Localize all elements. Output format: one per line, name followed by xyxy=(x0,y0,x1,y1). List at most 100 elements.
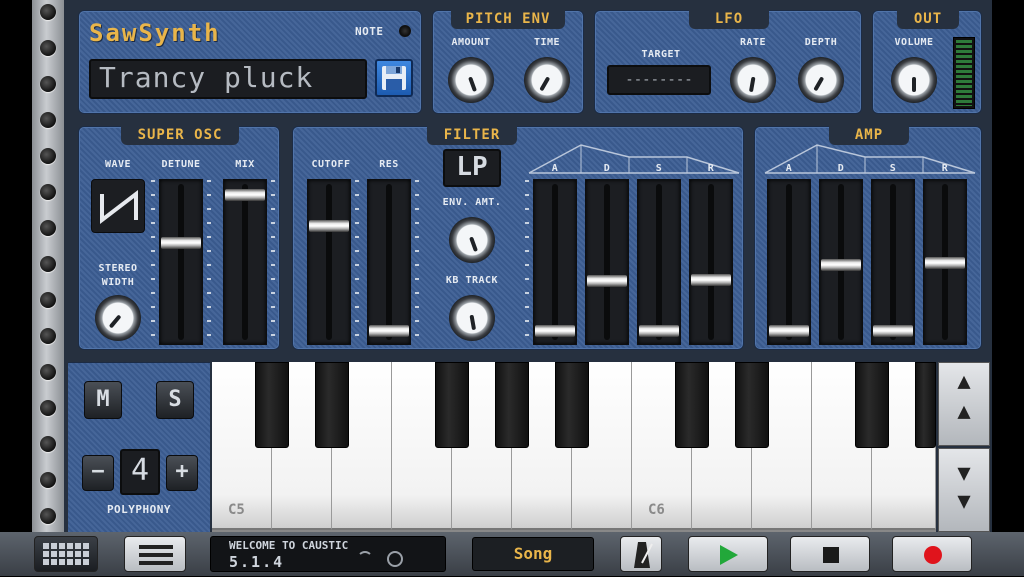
black-key[interactable] xyxy=(855,362,889,448)
res-slider-handle[interactable] xyxy=(369,324,409,337)
amp-panel: AMP A D S R xyxy=(754,125,982,350)
lfo-depth-knob[interactable] xyxy=(798,57,844,103)
octave-down-button[interactable]: ▼ ▼ xyxy=(938,448,990,532)
filter-mode-button[interactable]: LP xyxy=(443,149,501,187)
filter-attack-slider[interactable] xyxy=(525,179,577,345)
octave-up-icon: ▲ xyxy=(957,399,971,424)
res-slider[interactable] xyxy=(367,179,419,345)
octave-up-button[interactable]: ▲ ▲ xyxy=(938,362,990,446)
wave-select-button[interactable] xyxy=(91,179,145,233)
amp-sustain-slider[interactable] xyxy=(871,179,915,345)
pitch-time-knob[interactable] xyxy=(524,57,570,103)
amp-decay-slider[interactable] xyxy=(819,179,863,345)
amp-attack-label: A xyxy=(785,163,793,174)
pitch-env-title: PITCH ENV xyxy=(451,9,565,29)
black-key[interactable] xyxy=(255,362,289,448)
stop-button[interactable] xyxy=(790,536,870,572)
filter-release-handle[interactable] xyxy=(691,273,731,286)
wave-label: WAVE xyxy=(104,159,132,170)
rack-hole xyxy=(40,184,56,200)
status-line-2: 5.1.4 xyxy=(229,553,285,571)
black-key[interactable] xyxy=(435,362,469,448)
song-mode-button[interactable]: Song xyxy=(472,537,594,571)
amp-attack-handle[interactable] xyxy=(769,324,809,337)
rack-hole xyxy=(40,40,56,56)
filter-sustain-handle[interactable] xyxy=(639,324,679,337)
filter-title: FILTER xyxy=(427,125,517,145)
super-osc-title: SUPER OSC xyxy=(121,125,239,145)
rack-hole xyxy=(40,292,56,308)
volume-label: VOLUME xyxy=(894,37,934,48)
filter-decay-label: D xyxy=(603,163,611,174)
mute-button[interactable]: M xyxy=(84,381,122,419)
lfo-title: LFO xyxy=(689,9,769,29)
lfo-panel: LFO TARGET -------- RATE DEPTH xyxy=(594,9,862,114)
amp-release-handle[interactable] xyxy=(925,257,965,270)
filter-sustain-slider[interactable] xyxy=(637,179,681,345)
black-key[interactable] xyxy=(915,362,936,448)
status-line-1: WELCOME TO CAUSTIC xyxy=(229,539,349,552)
width-label: WIDTH xyxy=(101,277,135,288)
polyphony-decrease-button[interactable]: − xyxy=(82,455,114,491)
black-key[interactable] xyxy=(555,362,589,448)
out-title: OUT xyxy=(897,9,959,29)
filter-release-slider[interactable] xyxy=(689,179,733,345)
depth-label: DEPTH xyxy=(804,37,838,48)
cutoff-slider[interactable] xyxy=(307,179,359,345)
polyphony-increase-button[interactable]: + xyxy=(166,455,198,491)
amp-release-slider[interactable] xyxy=(923,179,967,345)
synth-app: SawSynth NOTE Trancy pluck PITCH ENV AMO… xyxy=(32,0,992,576)
rack-hole xyxy=(40,436,56,452)
metronome-button[interactable] xyxy=(620,536,662,572)
detune-slider[interactable] xyxy=(151,179,211,345)
rack-hole xyxy=(40,364,56,380)
record-button[interactable] xyxy=(892,536,972,572)
volume-knob[interactable] xyxy=(891,57,937,103)
rack-view-button[interactable] xyxy=(34,536,98,572)
black-key[interactable] xyxy=(735,362,769,448)
menu-button[interactable] xyxy=(124,536,186,572)
detune-slider-handle[interactable] xyxy=(161,237,201,250)
filter-kb-track-knob[interactable] xyxy=(449,295,495,341)
play-button[interactable] xyxy=(688,536,768,572)
octave-up-icon: ▲ xyxy=(957,369,971,394)
rack-hole xyxy=(40,76,56,92)
save-preset-button[interactable] xyxy=(375,59,413,97)
key-label-c6: C6 xyxy=(648,502,665,518)
octave-down-icon: ▼ xyxy=(957,461,971,486)
filter-decay-handle[interactable] xyxy=(587,274,627,287)
preset-name-display[interactable]: Trancy pluck xyxy=(89,59,367,99)
cutoff-slider-handle[interactable] xyxy=(309,219,349,232)
stop-icon xyxy=(823,547,839,563)
stereo-width-knob[interactable] xyxy=(95,295,141,341)
mix-slider-handle[interactable] xyxy=(225,188,265,201)
amp-sustain-handle[interactable] xyxy=(873,324,913,337)
out-panel: OUT VOLUME xyxy=(872,9,982,114)
piano-keyboard[interactable]: C5 C6 xyxy=(212,362,936,532)
filter-sustain-label: S xyxy=(655,163,663,174)
solo-button[interactable]: S xyxy=(156,381,194,419)
mix-slider[interactable] xyxy=(223,179,275,345)
note-label: NOTE xyxy=(355,25,384,38)
amp-attack-slider[interactable] xyxy=(767,179,811,345)
metronome-icon xyxy=(634,542,653,568)
polyphony-label: POLYPHONY xyxy=(106,503,172,516)
stereo-label: STEREO xyxy=(98,263,138,274)
lfo-rate-knob[interactable] xyxy=(730,57,776,103)
filter-env-amount-knob[interactable] xyxy=(449,217,495,263)
black-key[interactable] xyxy=(675,362,709,448)
floppy-disk-icon xyxy=(382,66,406,90)
black-key[interactable] xyxy=(315,362,349,448)
octave-down-icon: ▼ xyxy=(957,489,971,514)
pitch-amount-knob[interactable] xyxy=(448,57,494,103)
filter-decay-slider[interactable] xyxy=(585,179,629,345)
black-key[interactable] xyxy=(495,362,529,448)
record-icon xyxy=(924,546,942,564)
rack-hole xyxy=(40,4,56,20)
lfo-target-label: TARGET xyxy=(641,49,681,60)
rack-hole xyxy=(40,328,56,344)
lfo-target-display[interactable]: -------- xyxy=(607,65,711,95)
filter-attack-handle[interactable] xyxy=(535,324,575,337)
amp-decay-handle[interactable] xyxy=(821,258,861,271)
mix-label: MIX xyxy=(235,159,255,170)
